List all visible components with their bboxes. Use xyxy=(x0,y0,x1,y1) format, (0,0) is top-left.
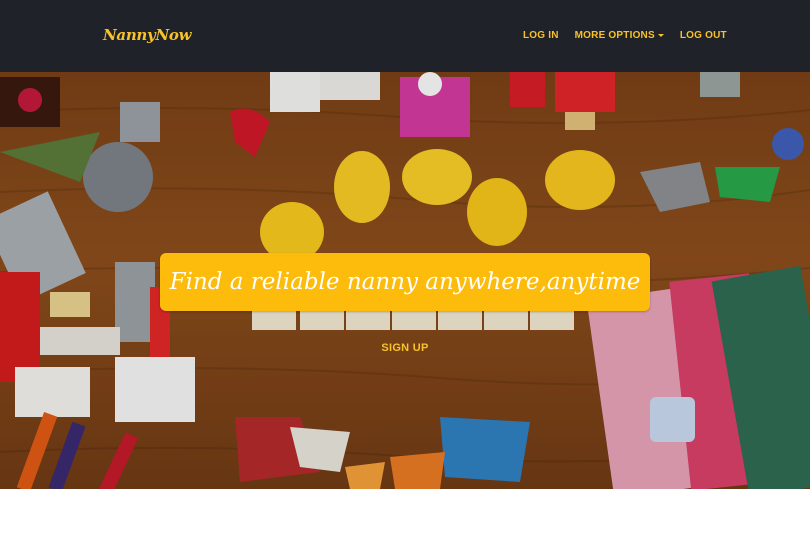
more-options-label: MORE OPTIONS xyxy=(574,30,655,41)
more-options-dropdown[interactable]: MORE OPTIONS xyxy=(575,30,664,41)
caret-down-icon xyxy=(657,34,664,37)
signup-link[interactable]: SIGN UP xyxy=(0,342,810,354)
nav-links: LOG IN MORE OPTIONS LOG OUT xyxy=(523,30,727,41)
hero-tagline: Find a reliable nanny anywhere,anytime xyxy=(169,269,641,295)
hero-section: Find a reliable nanny anywhere,anytime S… xyxy=(0,72,810,489)
content-area xyxy=(0,489,810,541)
tagline-banner: Find a reliable nanny anywhere,anytime xyxy=(160,253,650,311)
login-link[interactable]: LOG IN xyxy=(523,30,559,41)
logout-link[interactable]: LOG OUT xyxy=(680,30,727,41)
brand-logo[interactable]: NannyNow xyxy=(103,26,191,44)
top-navbar: NannyNow LOG IN MORE OPTIONS LOG OUT xyxy=(0,0,810,72)
